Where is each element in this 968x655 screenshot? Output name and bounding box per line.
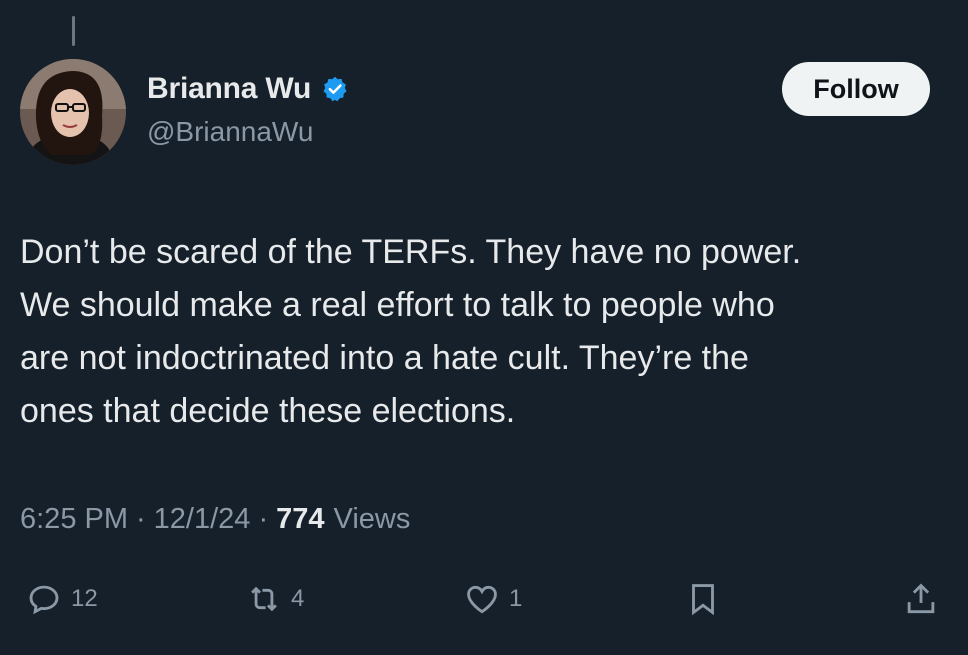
retweet-icon: [251, 586, 277, 612]
name-row: Brianna Wu: [147, 72, 349, 106]
verified-badge-icon: [321, 75, 349, 103]
avatar-image: [20, 59, 126, 165]
author-handle[interactable]: @BriannaWu: [147, 116, 349, 148]
retweet-count: 4: [291, 585, 305, 612]
views-count: 774: [276, 503, 325, 535]
tweet-text: Don’t be scared of the TERFs. They have …: [20, 226, 950, 438]
like-count: 1: [509, 585, 523, 612]
tweet-actions-bar: 12 4 1: [0, 580, 968, 624]
like-button[interactable]: 1: [463, 580, 522, 618]
separator-dot: ·: [258, 503, 269, 535]
share-button[interactable]: [902, 580, 940, 618]
tweet-date[interactable]: 12/1/24: [154, 503, 251, 536]
views-label: Views: [333, 503, 411, 535]
tweet-text-line: We should make a real effort to talk to …: [20, 286, 775, 324]
share-icon: [907, 583, 935, 614]
tweet-time[interactable]: 6:25 PM: [20, 503, 128, 536]
tweet-text-line: ones that decide these elections.: [20, 392, 516, 430]
author-block: Brianna Wu @BriannaWu: [147, 72, 349, 148]
bookmark-button[interactable]: [684, 580, 722, 618]
bookmark-icon: [692, 584, 714, 616]
author-display-name[interactable]: Brianna Wu: [147, 72, 311, 106]
reply-count: 12: [71, 585, 98, 612]
heart-icon: [467, 585, 497, 614]
retweet-button[interactable]: 4: [245, 580, 304, 618]
tweet-metadata: 6:25 PM · 12/1/24 · 774 Views: [20, 503, 410, 536]
separator-dot: ·: [136, 503, 146, 535]
reply-icon: [29, 585, 59, 615]
tweet-text-line: are not indoctrinated into a hate cult. …: [20, 339, 749, 377]
avatar[interactable]: [20, 59, 126, 165]
thread-connector-line: [72, 16, 75, 46]
follow-button[interactable]: Follow: [782, 62, 930, 116]
reply-button[interactable]: 12: [25, 580, 98, 618]
tweet-text-line: Don’t be scared of the TERFs. They have …: [20, 233, 802, 271]
